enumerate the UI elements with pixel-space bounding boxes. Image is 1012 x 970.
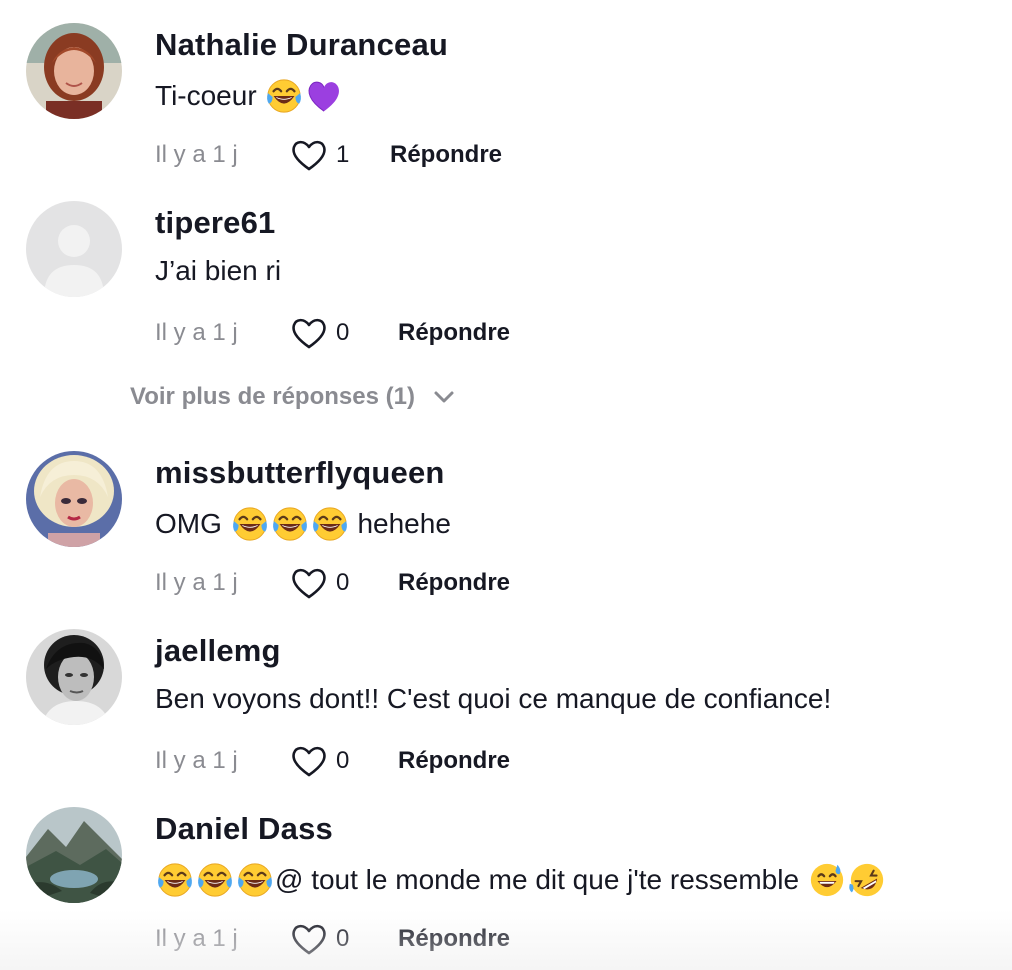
reply-button[interactable]: Répondre: [390, 141, 502, 169]
username[interactable]: jaellemg: [155, 633, 281, 669]
avatar[interactable]: [26, 451, 122, 547]
profile-photo-icon: [26, 23, 122, 119]
comment-meta: Il y a 1 j 0 Répondre: [155, 919, 510, 959]
view-more-replies-button[interactable]: Voir plus de réponses (1): [130, 383, 455, 411]
timestamp: Il y a 1 j: [155, 925, 238, 952]
heart-outline-icon: [292, 568, 326, 599]
comment-text-after: hehehe: [349, 508, 451, 539]
timestamp: Il y a 1 j: [155, 569, 238, 596]
purple-heart-emoji: [305, 77, 343, 115]
comment-text-before: J’ai bien ri: [155, 255, 282, 286]
comment-text-before: Ti-coeur: [155, 80, 265, 111]
face-with-tears-of-joy-emoji: [231, 505, 269, 543]
avatar[interactable]: [26, 629, 122, 725]
like-button[interactable]: 1: [290, 138, 376, 172]
chevron-down-icon: [434, 391, 454, 403]
view-more-label: Voir plus de réponses (1): [130, 383, 415, 410]
comment-text: J’ai bien ri: [155, 255, 281, 287]
like-button[interactable]: 0: [290, 922, 376, 956]
comment-text-after: @ tout le monde me dit que j'te ressembl…: [275, 864, 807, 895]
comment-text: Ti-coeur: [155, 77, 344, 115]
face-with-tears-of-joy-emoji: [271, 505, 309, 543]
avatar[interactable]: [26, 23, 122, 119]
comment-meta: Il y a 1 j 0 Répondre: [155, 741, 510, 781]
comment-meta: Il y a 1 j 0 Répondre: [155, 563, 510, 603]
face-with-tears-of-joy-emoji: [236, 861, 274, 899]
like-count: 0: [336, 569, 350, 596]
comment-text: OMG hehehe: [155, 505, 451, 543]
grinning-face-with-sweat-emoji: [808, 861, 846, 899]
timestamp: Il y a 1 j: [155, 141, 238, 168]
comment-text: Ben voyons dont!! C'est quoi ce manque d…: [155, 683, 831, 715]
reply-button[interactable]: Répondre: [398, 569, 510, 597]
like-count: 0: [336, 319, 350, 346]
profile-photo-icon: [26, 451, 122, 547]
face-with-tears-of-joy-emoji: [196, 861, 234, 899]
timestamp: Il y a 1 j: [155, 319, 238, 346]
username[interactable]: missbutterflyqueen: [155, 455, 445, 491]
username[interactable]: tipere61: [155, 205, 276, 241]
profile-photo-icon: [26, 629, 122, 725]
timestamp: Il y a 1 j: [155, 747, 238, 774]
like-count: 0: [336, 925, 350, 952]
like-button[interactable]: 0: [290, 566, 376, 600]
avatar[interactable]: [26, 201, 122, 297]
heart-outline-icon: [292, 318, 326, 349]
comment-text-before: Ben voyons dont!! C'est quoi ce manque d…: [155, 683, 832, 714]
comment-text: @ tout le monde me dit que j'te ressembl…: [155, 861, 887, 899]
profile-photo-icon: [26, 807, 122, 903]
comment-text-before: OMG: [155, 508, 230, 539]
face-with-tears-of-joy-emoji: [156, 861, 194, 899]
reply-button[interactable]: Répondre: [398, 319, 510, 347]
rolling-on-floor-laughing-emoji: [848, 861, 886, 899]
like-count: 0: [336, 747, 350, 774]
comment-meta: Il y a 1 j 1 Répondre: [155, 135, 502, 175]
default-avatar-icon: [26, 201, 122, 297]
face-with-tears-of-joy-emoji: [265, 77, 303, 115]
heart-outline-icon: [292, 140, 326, 171]
face-with-tears-of-joy-emoji: [311, 505, 349, 543]
like-count: 1: [336, 141, 350, 168]
heart-outline-icon: [292, 924, 326, 955]
username[interactable]: Nathalie Duranceau: [155, 27, 448, 63]
like-button[interactable]: 0: [290, 316, 376, 350]
like-button[interactable]: 0: [290, 744, 376, 778]
heart-outline-icon: [292, 746, 326, 777]
comment-meta: Il y a 1 j 0 Répondre: [155, 313, 510, 353]
reply-button[interactable]: Répondre: [398, 747, 510, 775]
username[interactable]: Daniel Dass: [155, 811, 333, 847]
reply-button[interactable]: Répondre: [398, 925, 510, 953]
avatar[interactable]: [26, 807, 122, 903]
